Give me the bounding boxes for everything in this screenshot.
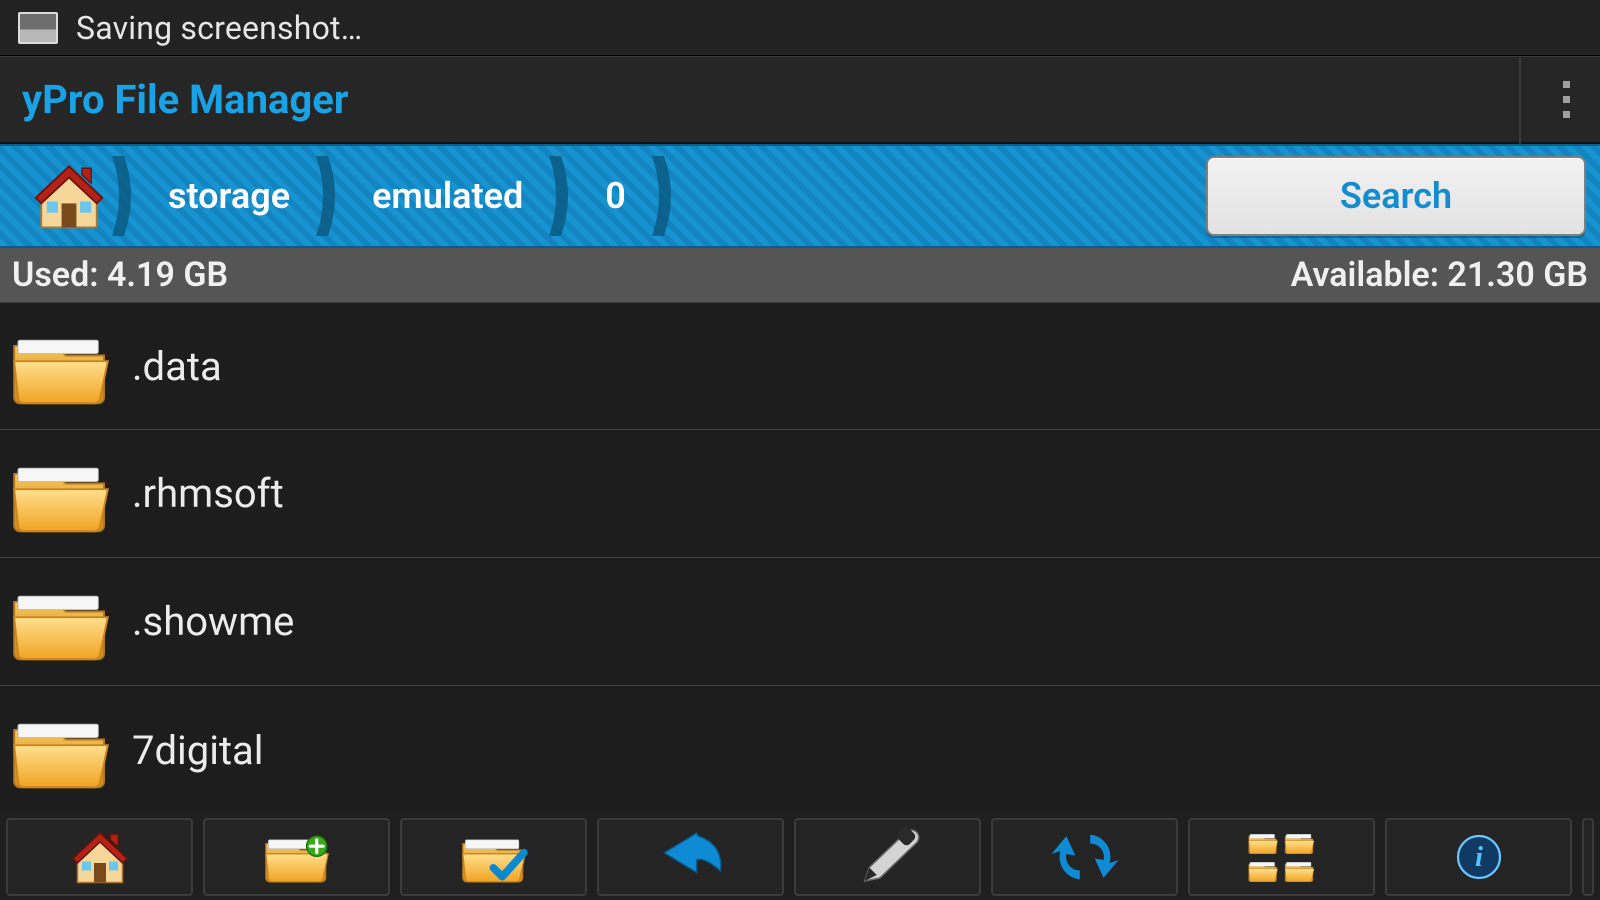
file-name: .data <box>116 343 222 390</box>
info-icon <box>1444 827 1514 887</box>
info-button[interactable] <box>1385 818 1572 896</box>
breadcrumb-item-storage[interactable]: storage <box>138 146 312 246</box>
list-item[interactable]: .rhmsoft <box>0 430 1600 558</box>
home-button[interactable] <box>6 818 193 896</box>
file-name: .rhmsoft <box>116 470 284 517</box>
title-bar: yPro File Manager <box>0 56 1600 144</box>
chevron-icon <box>108 152 138 240</box>
breadcrumb-item-0[interactable]: 0 <box>575 146 648 246</box>
breadcrumb-label: storage <box>138 175 312 217</box>
folder-icon <box>6 707 116 793</box>
home-icon <box>68 827 132 887</box>
search-button-label: Search <box>1340 175 1452 217</box>
breadcrumb-label: 0 <box>575 175 648 217</box>
home-icon <box>30 159 108 233</box>
back-arrow-icon <box>656 827 726 887</box>
edit-button[interactable] <box>794 818 981 896</box>
folder-plus-icon <box>262 827 332 887</box>
breadcrumb-home[interactable] <box>30 146 108 246</box>
overflow-menu-button[interactable] <box>1555 75 1578 124</box>
folder-icon <box>6 451 116 537</box>
title-bar-separator <box>1519 56 1521 144</box>
status-notification-text: Saving screenshot… <box>76 9 362 47</box>
status-bar: Saving screenshot… <box>0 0 1600 56</box>
select-button[interactable] <box>400 818 587 896</box>
back-button[interactable] <box>597 818 784 896</box>
list-item[interactable]: .showme <box>0 558 1600 686</box>
app-title: yPro File Manager <box>22 76 1519 123</box>
list-item[interactable]: .data <box>0 302 1600 430</box>
refresh-icon <box>1050 827 1120 887</box>
multi-view-button[interactable] <box>1188 818 1375 896</box>
chevron-icon <box>648 152 678 240</box>
chevron-icon <box>312 152 342 240</box>
multi-folder-icon <box>1247 827 1317 887</box>
new-folder-button[interactable] <box>203 818 390 896</box>
folder-icon <box>6 323 116 409</box>
file-name: .showme <box>116 598 294 645</box>
screenshot-icon <box>18 12 58 44</box>
breadcrumb-bar: storage emulated 0 Search <box>0 144 1600 248</box>
list-item[interactable]: 7digital <box>0 686 1600 814</box>
storage-available: Available: 21.30 GB <box>1291 255 1588 295</box>
storage-summary: Used: 4.19 GB Available: 21.30 GB <box>0 248 1600 302</box>
file-list[interactable]: .data .rhmsoft .showme 7digital <box>0 302 1600 814</box>
storage-used: Used: 4.19 GB <box>12 255 228 295</box>
pen-icon <box>853 827 923 887</box>
search-button[interactable]: Search <box>1206 156 1586 236</box>
toolbar-overflow-sliver[interactable] <box>1582 818 1594 896</box>
file-name: 7digital <box>116 727 264 774</box>
chevron-icon <box>545 152 575 240</box>
bottom-toolbar <box>0 814 1600 900</box>
folder-icon <box>6 579 116 665</box>
breadcrumb-label: emulated <box>342 175 545 217</box>
folder-check-icon <box>459 827 529 887</box>
breadcrumb-item-emulated[interactable]: emulated <box>342 146 545 246</box>
refresh-button[interactable] <box>991 818 1178 896</box>
